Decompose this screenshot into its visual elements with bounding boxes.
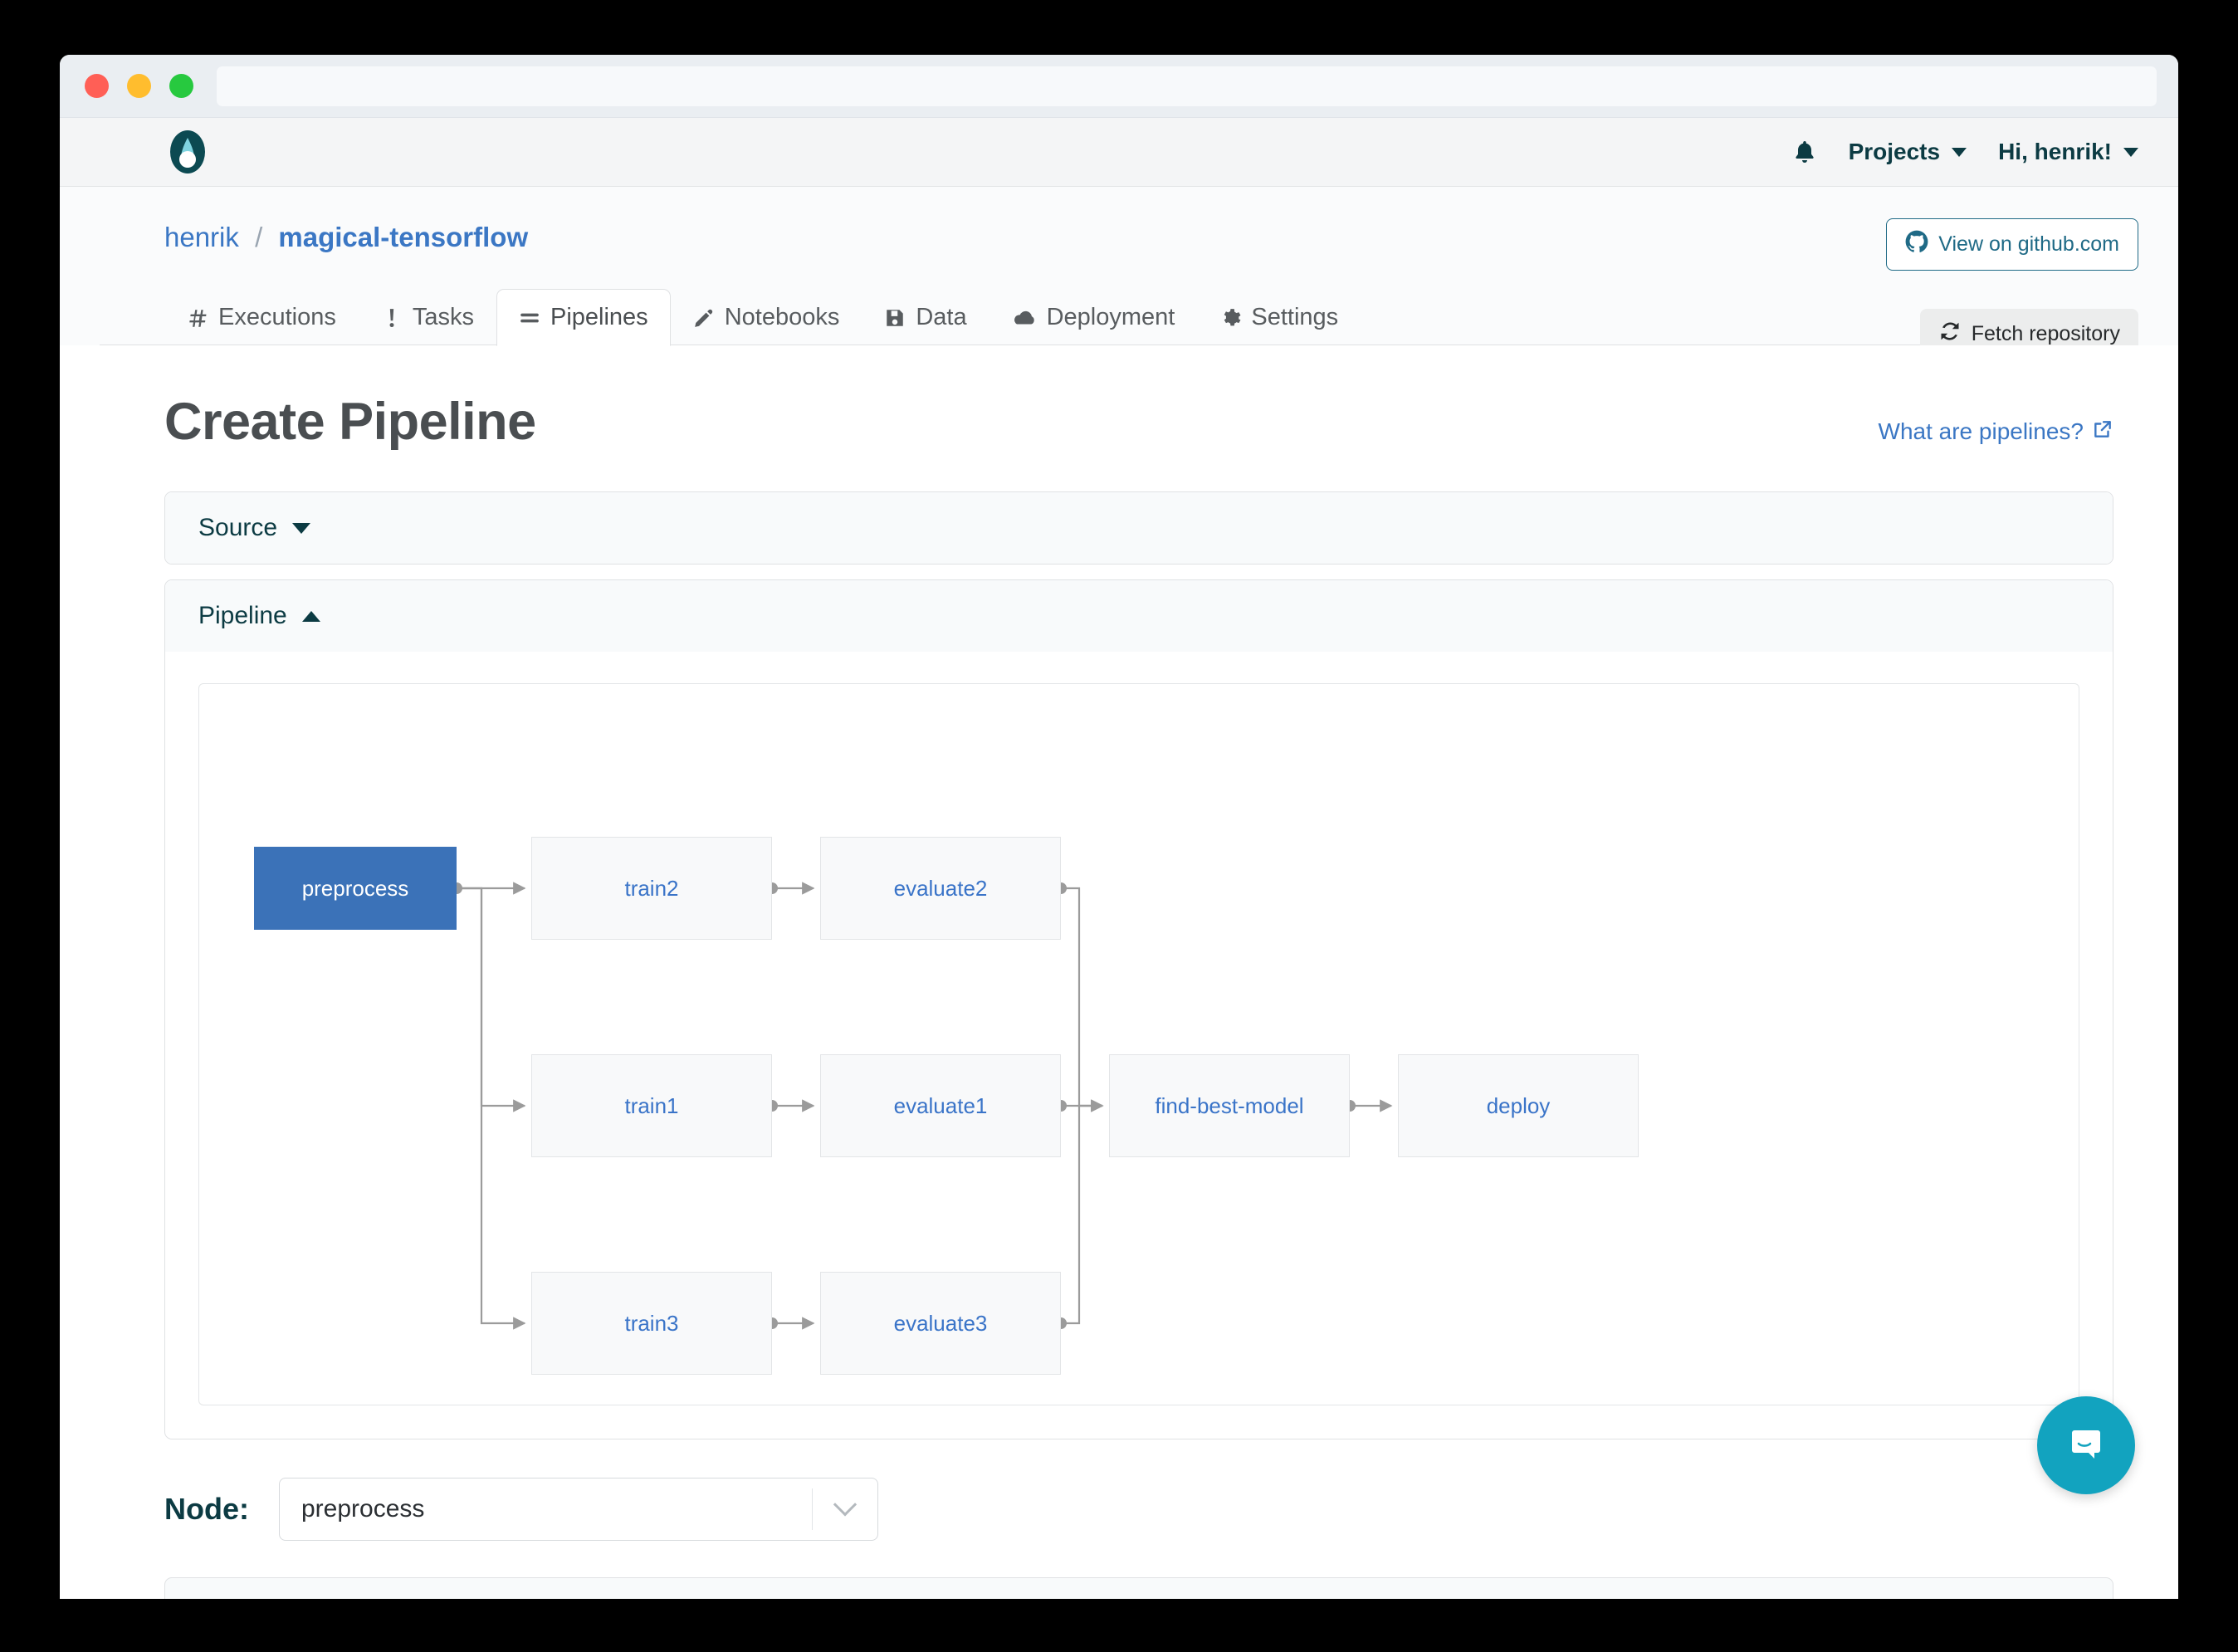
- pipeline-section-title: Pipeline: [198, 602, 287, 629]
- tab-label: Tasks: [412, 304, 474, 330]
- dag-edge: [1061, 887, 1104, 1112]
- dag-node-label: train1: [624, 1092, 679, 1118]
- breadcrumb-owner[interactable]: henrik: [164, 222, 239, 252]
- page-content: Create Pipeline What are pipelines? Sour…: [60, 345, 2178, 1599]
- dag-node-train3[interactable]: train3: [531, 1272, 772, 1375]
- view-on-github-button[interactable]: View on github.com: [1886, 218, 2138, 271]
- external-link-icon: [2092, 418, 2113, 446]
- chevron-down-icon[interactable]: [813, 1493, 877, 1518]
- tab-executions[interactable]: Executions: [164, 289, 359, 346]
- projects-menu[interactable]: Projects: [1849, 139, 1967, 165]
- dag-node-evaluate1[interactable]: evaluate1: [820, 1054, 1061, 1157]
- dag-node-label: evaluate2: [893, 875, 988, 901]
- page-title: Create Pipeline: [164, 393, 536, 451]
- address-bar-input[interactable]: [217, 66, 2157, 106]
- main-tabs: Executions Tasks Pipelines Notebooks Dat…: [164, 288, 2138, 346]
- gear-icon: [1219, 307, 1241, 329]
- dag-node-label: deploy: [1486, 1092, 1551, 1118]
- chevron-down-icon: [292, 522, 311, 534]
- pencil-icon: [693, 307, 715, 329]
- github-icon: [1905, 230, 1928, 259]
- tab-label: Executions: [218, 304, 336, 330]
- tab-label: Deployment: [1046, 304, 1175, 330]
- pipeline-section-body: preprocess train2 evaluate2 train1 evaluate1…: [165, 652, 2113, 1439]
- pipeline-dag-edges: [451, 882, 1393, 1330]
- sliders-icon: [519, 307, 540, 329]
- neptune-logo[interactable]: [164, 129, 211, 175]
- close-window-button[interactable]: [85, 74, 109, 98]
- dag-edge: [457, 887, 526, 1112]
- exclamation-icon: [381, 307, 403, 329]
- dag-node-label: train3: [624, 1310, 679, 1336]
- browser-window: Projects Hi, henrik! henrik / magical-te…: [60, 55, 2178, 1599]
- maximize-window-button[interactable]: [169, 74, 193, 98]
- pipeline-dag-canvas[interactable]: preprocess train2 evaluate2 train1 evaluate1…: [198, 683, 2079, 1405]
- dag-node-evaluate3[interactable]: evaluate3: [820, 1272, 1061, 1375]
- tab-label: Notebooks: [724, 304, 840, 330]
- view-on-github-label: View on github.com: [1938, 232, 2119, 256]
- hash-icon: [187, 307, 208, 329]
- bell-icon[interactable]: [1792, 139, 1817, 165]
- minimize-window-button[interactable]: [127, 74, 151, 98]
- dag-node-label: evaluate3: [893, 1310, 988, 1336]
- tab-pipelines[interactable]: Pipelines: [496, 289, 671, 346]
- node-select[interactable]: preprocess: [279, 1478, 878, 1541]
- tab-label: Data: [916, 304, 967, 330]
- tab-settings[interactable]: Settings: [1197, 289, 1361, 346]
- chevron-down-icon: [1952, 147, 1967, 157]
- next-section-partial[interactable]: [164, 1577, 2113, 1599]
- projects-menu-label: Projects: [1848, 139, 1941, 164]
- help-link-label: What are pipelines?: [1878, 418, 2084, 444]
- tab-data[interactable]: Data: [862, 289, 989, 346]
- source-section: Source: [164, 491, 2113, 565]
- intercom-launcher-button[interactable]: [2037, 1396, 2135, 1494]
- tab-label: Settings: [1251, 304, 1339, 330]
- node-select-value: preprocess: [301, 1495, 425, 1522]
- pipeline-section-header[interactable]: Pipeline: [165, 580, 2113, 652]
- source-section-title: Source: [198, 514, 278, 541]
- breadcrumb-separator: /: [255, 222, 263, 252]
- chevron-down-icon: [2123, 147, 2138, 157]
- source-section-header[interactable]: Source: [165, 492, 2113, 564]
- window-controls: [85, 74, 193, 98]
- cloud-icon: [1012, 307, 1037, 329]
- dag-node-find-best-model[interactable]: find-best-model: [1109, 1054, 1350, 1157]
- breadcrumb: henrik / magical-tensorflow: [164, 222, 2138, 253]
- dag-node-label: evaluate1: [893, 1092, 988, 1118]
- what-are-pipelines-link[interactable]: What are pipelines?: [1879, 418, 2113, 446]
- dag-edge: [1061, 1099, 1104, 1325]
- dag-node-label: find-best-model: [1155, 1092, 1304, 1118]
- dag-node-label: preprocess: [301, 875, 409, 901]
- chat-bubble-icon: [2063, 1420, 2109, 1471]
- tab-tasks[interactable]: Tasks: [359, 289, 496, 346]
- app-top-nav: Projects Hi, henrik!: [60, 118, 2178, 187]
- user-menu-label: Hi, henrik!: [1998, 139, 2112, 164]
- dag-node-preprocess[interactable]: preprocess: [254, 847, 457, 930]
- dag-node-train1[interactable]: train1: [531, 1054, 772, 1157]
- dag-node-deploy[interactable]: deploy: [1398, 1054, 1639, 1157]
- dag-node-train2[interactable]: train2: [531, 837, 772, 940]
- node-selector-row: Node: preprocess: [164, 1478, 2113, 1541]
- dag-node-label: train2: [624, 875, 679, 901]
- chevron-up-icon: [301, 610, 320, 622]
- page-title-row: Create Pipeline What are pipelines?: [100, 345, 2138, 452]
- save-icon: [884, 307, 906, 329]
- breadcrumb-repo[interactable]: magical-tensorflow: [278, 222, 528, 252]
- tab-notebooks[interactable]: Notebooks: [671, 289, 862, 346]
- tab-label: Pipelines: [550, 304, 648, 330]
- pipeline-section: Pipeline preprocess train2 evaluate2 train1…: [164, 579, 2113, 1439]
- tab-deployment[interactable]: Deployment: [990, 289, 1198, 346]
- user-menu[interactable]: Hi, henrik!: [1998, 139, 2138, 165]
- dag-node-evaluate2[interactable]: evaluate2: [820, 837, 1061, 940]
- node-selector-label: Node:: [164, 1492, 249, 1526]
- repo-header: henrik / magical-tensorflow View on gith…: [60, 187, 2178, 359]
- browser-titlebar: [60, 55, 2178, 118]
